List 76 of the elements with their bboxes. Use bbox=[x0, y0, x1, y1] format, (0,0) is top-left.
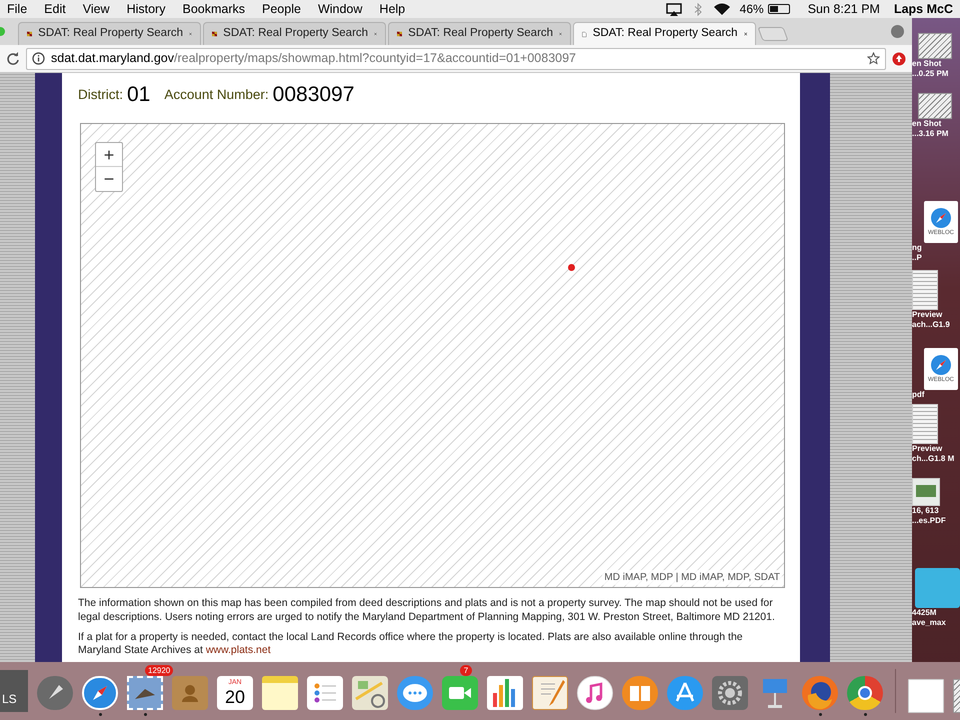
file-name: ach...G1.9 bbox=[912, 320, 950, 330]
file-name: ng bbox=[912, 243, 922, 253]
notification-badge: 12920 bbox=[145, 665, 174, 676]
screenshot-thumbnail[interactable] bbox=[918, 93, 952, 119]
screenshot-thumbnail[interactable] bbox=[918, 33, 952, 59]
bar-chart-icon[interactable] bbox=[487, 676, 523, 710]
browser-tab[interactable]: SDAT: Real Property Search bbox=[18, 22, 201, 45]
image-thumbnail[interactable] bbox=[912, 478, 940, 506]
district-label: District: bbox=[78, 86, 123, 104]
file-name: 4425M bbox=[912, 608, 936, 618]
video-camera-icon[interactable] bbox=[442, 676, 478, 710]
info-icon[interactable] bbox=[32, 52, 45, 65]
map-icon[interactable] bbox=[352, 676, 388, 710]
file-name: ...0.25 PM bbox=[912, 69, 948, 79]
battery-percent: 46% bbox=[740, 1, 764, 18]
menu-item[interactable]: Window bbox=[318, 0, 362, 18]
file-name: en Shot bbox=[912, 119, 942, 129]
account-label: Account Number: bbox=[164, 86, 269, 104]
file-name: Preview bbox=[912, 310, 942, 320]
compass-icon[interactable] bbox=[82, 676, 118, 710]
file-name: 16, 613 bbox=[912, 506, 939, 516]
menu-item[interactable]: View bbox=[82, 0, 110, 18]
bluetooth-icon[interactable] bbox=[694, 2, 702, 16]
zoom-out-button[interactable]: − bbox=[96, 167, 122, 191]
file-name: pdf bbox=[912, 390, 924, 400]
plat-note-paragraph: If a plat for a property is needed, contact the local Land Records office where the property is located. Plats are also available online through the Maryland State Archives at www.plats.net bbox=[78, 631, 744, 657]
address-field[interactable]: sdat.dat.maryland.gov/realproperty/maps/showmap.html?countyid=17&accountid=01+0083097 bbox=[26, 48, 886, 70]
disclaimer-paragraph: The information shown on this map has been compiled from deed descriptions and plats and is not a property survey. The map should not be used for legal descriptions. Users noting errors are urged to notify the Maryland Department of Planning Mapping, 301 W. Preston Street, Baltimore MD 21201. bbox=[78, 596, 776, 624]
file-name: ...3.16 PM bbox=[912, 129, 948, 139]
menu-item[interactable]: File bbox=[7, 0, 28, 18]
menu-item[interactable]: Help bbox=[379, 0, 406, 18]
checklist-icon[interactable] bbox=[307, 676, 343, 710]
file-name: ch...G1.8 M bbox=[912, 454, 954, 464]
zoom-in-button[interactable]: + bbox=[96, 143, 122, 167]
stamp-icon[interactable] bbox=[127, 676, 163, 710]
reload-icon[interactable] bbox=[6, 52, 20, 66]
url-text: sdat.dat.maryland.gov/realproperty/maps/showmap.html?countyid=17&accountid=01+0083097 bbox=[51, 50, 576, 68]
plats-link[interactable]: www.plats.net bbox=[206, 644, 271, 656]
file-name: Preview bbox=[912, 444, 942, 454]
gear-icon[interactable] bbox=[712, 676, 748, 710]
wifi-icon[interactable] bbox=[714, 3, 730, 15]
property-marker-icon bbox=[568, 264, 575, 271]
dock-tile[interactable]: LS bbox=[0, 670, 28, 712]
menu-item[interactable]: Edit bbox=[44, 0, 66, 18]
browser-tab[interactable]: SDAT: Real Property Search bbox=[388, 22, 571, 45]
district-number: 01 bbox=[127, 83, 150, 107]
fox-globe-icon[interactable] bbox=[802, 676, 838, 710]
browser-tab[interactable]: SDAT: Real Property Search bbox=[573, 22, 756, 45]
rocket-icon[interactable] bbox=[37, 676, 73, 710]
pen-document-icon[interactable] bbox=[532, 676, 568, 710]
open-book-icon[interactable] bbox=[622, 676, 658, 710]
account-number: 0083097 bbox=[272, 83, 354, 107]
user-name[interactable]: Laps McC bbox=[894, 0, 953, 18]
file-name: en Shot bbox=[912, 59, 942, 69]
close-icon[interactable] bbox=[744, 30, 747, 38]
star-icon[interactable] bbox=[867, 52, 880, 65]
airplay-icon[interactable] bbox=[666, 2, 682, 16]
app-store-icon[interactable] bbox=[667, 676, 703, 710]
battery-icon[interactable] bbox=[768, 4, 790, 14]
menu-item[interactable]: History bbox=[126, 0, 166, 18]
speech-bubble-icon[interactable] bbox=[397, 676, 433, 710]
profile-icon[interactable] bbox=[891, 25, 904, 38]
address-book-icon[interactable] bbox=[172, 676, 208, 710]
file-name: ave_max bbox=[912, 618, 946, 628]
menu-item[interactable]: People bbox=[262, 0, 301, 18]
file-name: ...es.PDF bbox=[912, 516, 946, 526]
music-note-icon[interactable] bbox=[577, 676, 613, 710]
browser-tab[interactable]: SDAT: Real Property Search bbox=[203, 22, 386, 45]
notification-badge: 7 bbox=[460, 665, 472, 676]
document-thumbnail[interactable] bbox=[912, 404, 938, 444]
file-name: ..P bbox=[912, 253, 922, 263]
map-attribution: MD iMAP, MDP | MD iMAP, MDP, SDAT bbox=[602, 570, 782, 585]
document-thumbnail[interactable] bbox=[912, 270, 938, 310]
clock[interactable]: Sun 8:21 PM bbox=[808, 0, 880, 18]
extension-icon[interactable] bbox=[892, 52, 906, 66]
menu-item[interactable]: Bookmarks bbox=[182, 0, 246, 18]
